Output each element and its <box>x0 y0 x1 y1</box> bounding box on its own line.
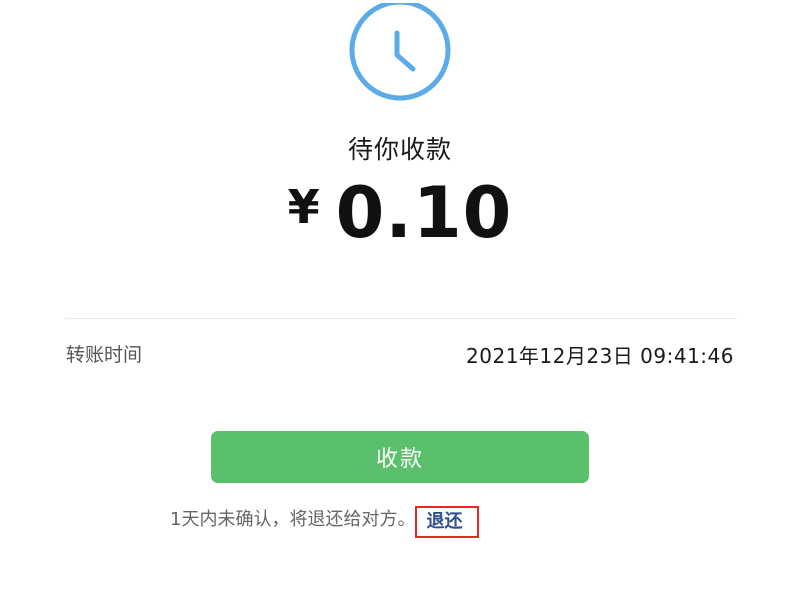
transfer-receive-page: 待你收款 ¥0.10 转账时间 2021年12月23日 09:41:46 收款 … <box>0 0 800 600</box>
currency-symbol: ¥ <box>287 180 320 234</box>
amount-value: 0.10 <box>335 172 513 254</box>
expiry-notice: 1天内未确认，将退还给对方。 退还 <box>170 506 480 538</box>
transfer-amount: ¥0.10 <box>0 178 800 248</box>
expiry-notice-text: 1天内未确认，将退还给对方。 <box>170 509 416 530</box>
return-link[interactable]: 退还 <box>415 506 480 538</box>
transfer-time-value: 2021年12月23日 09:41:46 <box>466 344 734 368</box>
status-title: 待你收款 <box>347 135 452 164</box>
clock-icon <box>349 3 451 101</box>
transfer-time-label: 转账时间 <box>66 344 143 366</box>
receive-button[interactable]: 收款 <box>211 431 589 483</box>
divider <box>65 318 737 319</box>
